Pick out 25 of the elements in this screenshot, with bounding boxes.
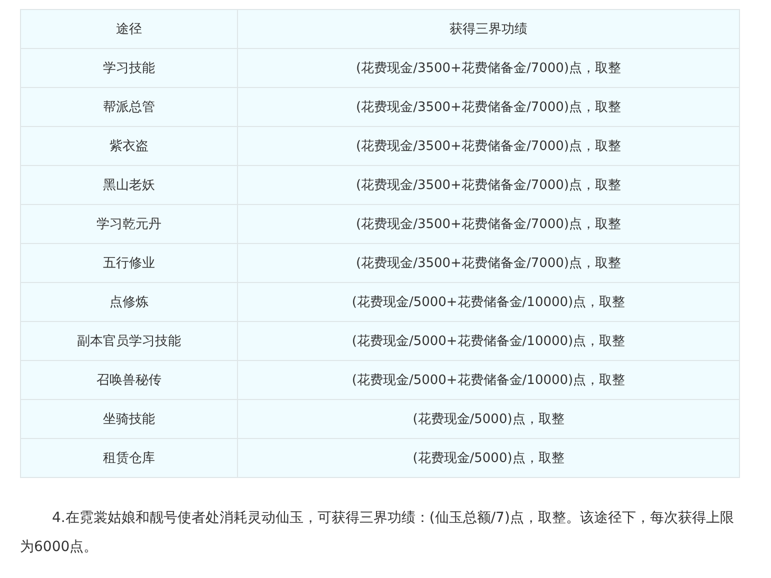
table-cell: (花费现金/5000)点，取整 [238,438,740,478]
table-cell: (花费现金/3500+花费储备金/7000)点，取整 [238,244,740,282]
table-cell: 紫衣盗 [20,126,238,166]
table-cell: (花费现金/3500+花费储备金/7000)点，取整 [238,166,740,204]
table-cell: (花费现金/5000+花费储备金/10000)点，取整 [238,360,740,400]
table-cell: 租赁仓库 [20,438,238,478]
table-cell: 点修炼 [20,282,238,322]
table-cell: 学习乾元丹 [20,204,238,244]
column-header: 途径 [20,10,238,48]
table-cell: (花费现金/5000)点，取整 [238,400,740,438]
table-cell: 召唤兽秘传 [20,360,238,400]
table-cell: 学习技能 [20,48,238,88]
table-cell: 五行修业 [20,244,238,282]
table-cell: (花费现金/3500+花费储备金/7000)点，取整 [238,204,740,244]
table-cell: 副本官员学习技能 [20,322,238,360]
table-cell: (花费现金/5000+花费储备金/10000)点，取整 [238,282,740,322]
table-cell: (花费现金/3500+花费储备金/7000)点，取整 [238,126,740,166]
table-cell: 坐骑技能 [20,400,238,438]
table-cell: (花费现金/5000+花费储备金/10000)点，取整 [238,322,740,360]
table-cell: 黑山老妖 [20,166,238,204]
table-cell: (花费现金/3500+花费储备金/7000)点，取整 [238,88,740,126]
column-header: 获得三界功绩 [238,10,740,48]
paragraph: 4.在霓裳姑娘和靓号使者处消耗灵动仙玉，可获得三界功绩：(仙玉总额/7)点，取整。该途径下，每次获得上限为6000点。 [20,509,735,557]
table-cell: (花费现金/3500+花费储备金/7000)点，取整 [238,48,740,88]
table-cell: 帮派总管 [20,88,238,126]
